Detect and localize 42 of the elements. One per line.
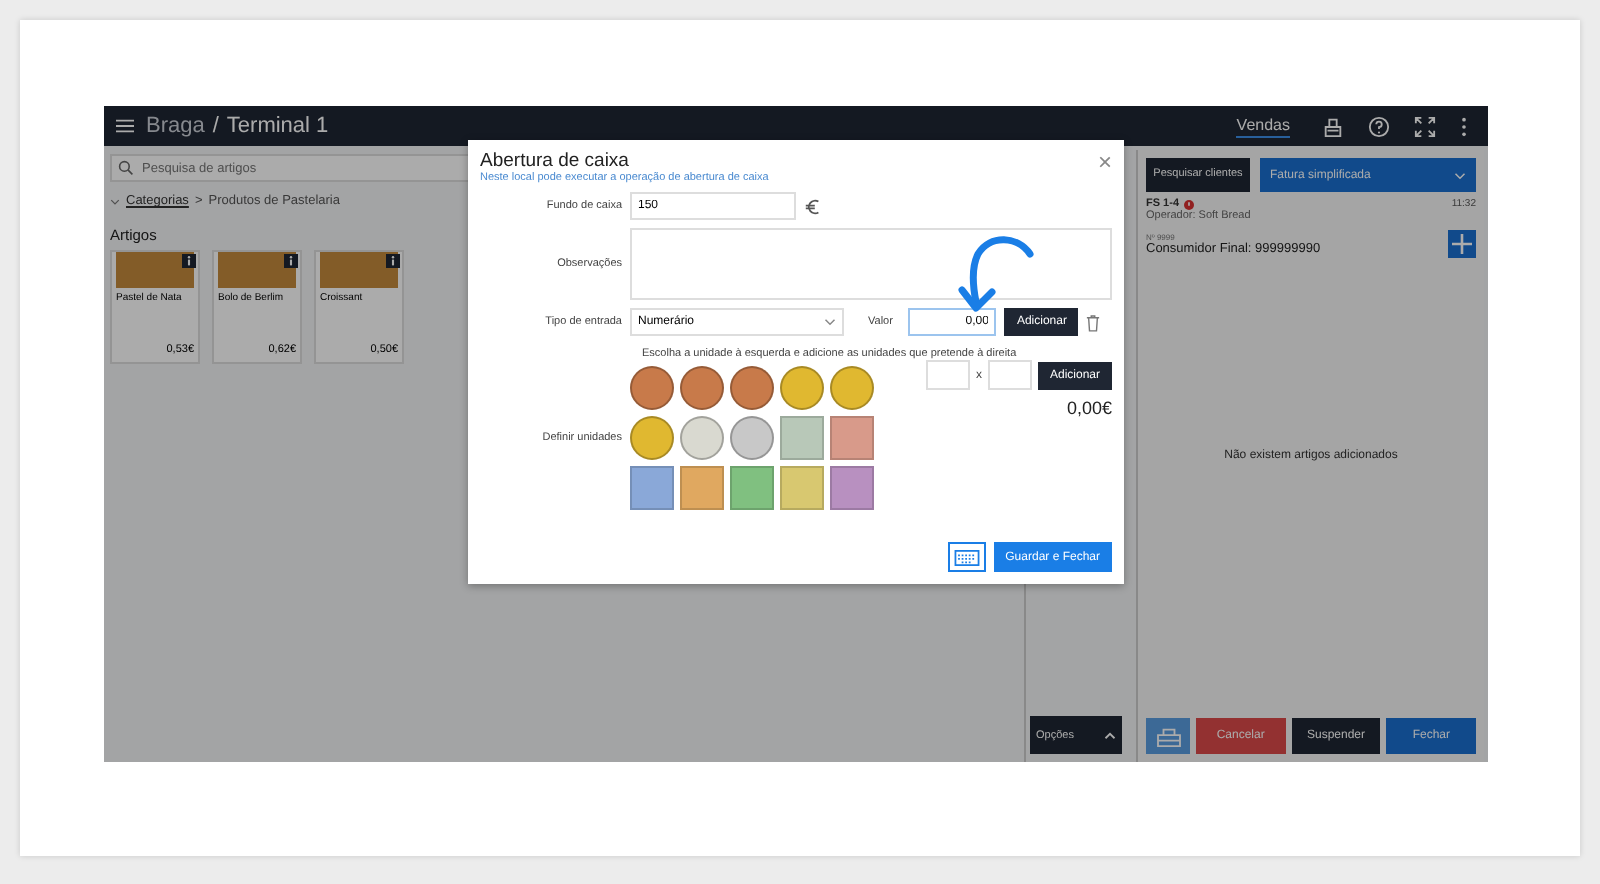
title-separator: / (212, 114, 219, 138)
euro-icon (804, 197, 822, 215)
photo-placeholder (218, 252, 296, 288)
coin-drawing[interactable] (630, 366, 674, 410)
caret-icon (1104, 731, 1116, 739)
menu-icon[interactable] (116, 118, 134, 134)
info-icon[interactable] (182, 254, 196, 268)
more-icon[interactable] (1460, 115, 1468, 137)
info-icon[interactable] (284, 254, 298, 268)
coin-drawing[interactable] (680, 366, 724, 410)
chevron-icon (110, 197, 120, 205)
help-icon[interactable] (1368, 115, 1390, 137)
search-icon (118, 160, 134, 176)
alert-icon (1183, 199, 1194, 209)
photo-placeholder (320, 252, 398, 288)
coin-drawing[interactable] (830, 366, 874, 410)
info-icon[interactable] (386, 254, 400, 268)
keyboard-icon (953, 549, 980, 565)
notes-textarea[interactable] (630, 228, 1112, 300)
trash-icon[interactable] (1086, 313, 1101, 331)
coin-drawing[interactable] (780, 366, 824, 410)
coin-drawing[interactable] (730, 416, 774, 460)
keyboard-button[interactable] (947, 542, 986, 572)
nav-tab[interactable]: Vendas (1236, 115, 1290, 137)
quantity-input[interactable] (988, 360, 1032, 390)
cash-register-icon[interactable] (1322, 115, 1344, 137)
drawer-icon (1155, 725, 1181, 747)
coin-drawing[interactable] (630, 416, 674, 460)
total-amount: 0,00€ (1064, 398, 1113, 418)
location-title: Braga (146, 114, 205, 138)
unit-input[interactable] (926, 360, 970, 390)
caret-icon (824, 318, 836, 326)
fullscreen-icon[interactable] (1414, 115, 1436, 137)
coin-drawing[interactable] (680, 416, 724, 460)
add-button[interactable] (1448, 230, 1476, 258)
coin-drawing[interactable] (730, 366, 774, 410)
terminal-title: Terminal 1 (226, 114, 329, 138)
caret-icon (1454, 171, 1466, 179)
modal-title: Abertura de caixa (480, 150, 631, 172)
close-button[interactable]: × (1097, 150, 1112, 174)
photo-placeholder (116, 252, 194, 288)
drawer-button[interactable] (1146, 718, 1190, 754)
